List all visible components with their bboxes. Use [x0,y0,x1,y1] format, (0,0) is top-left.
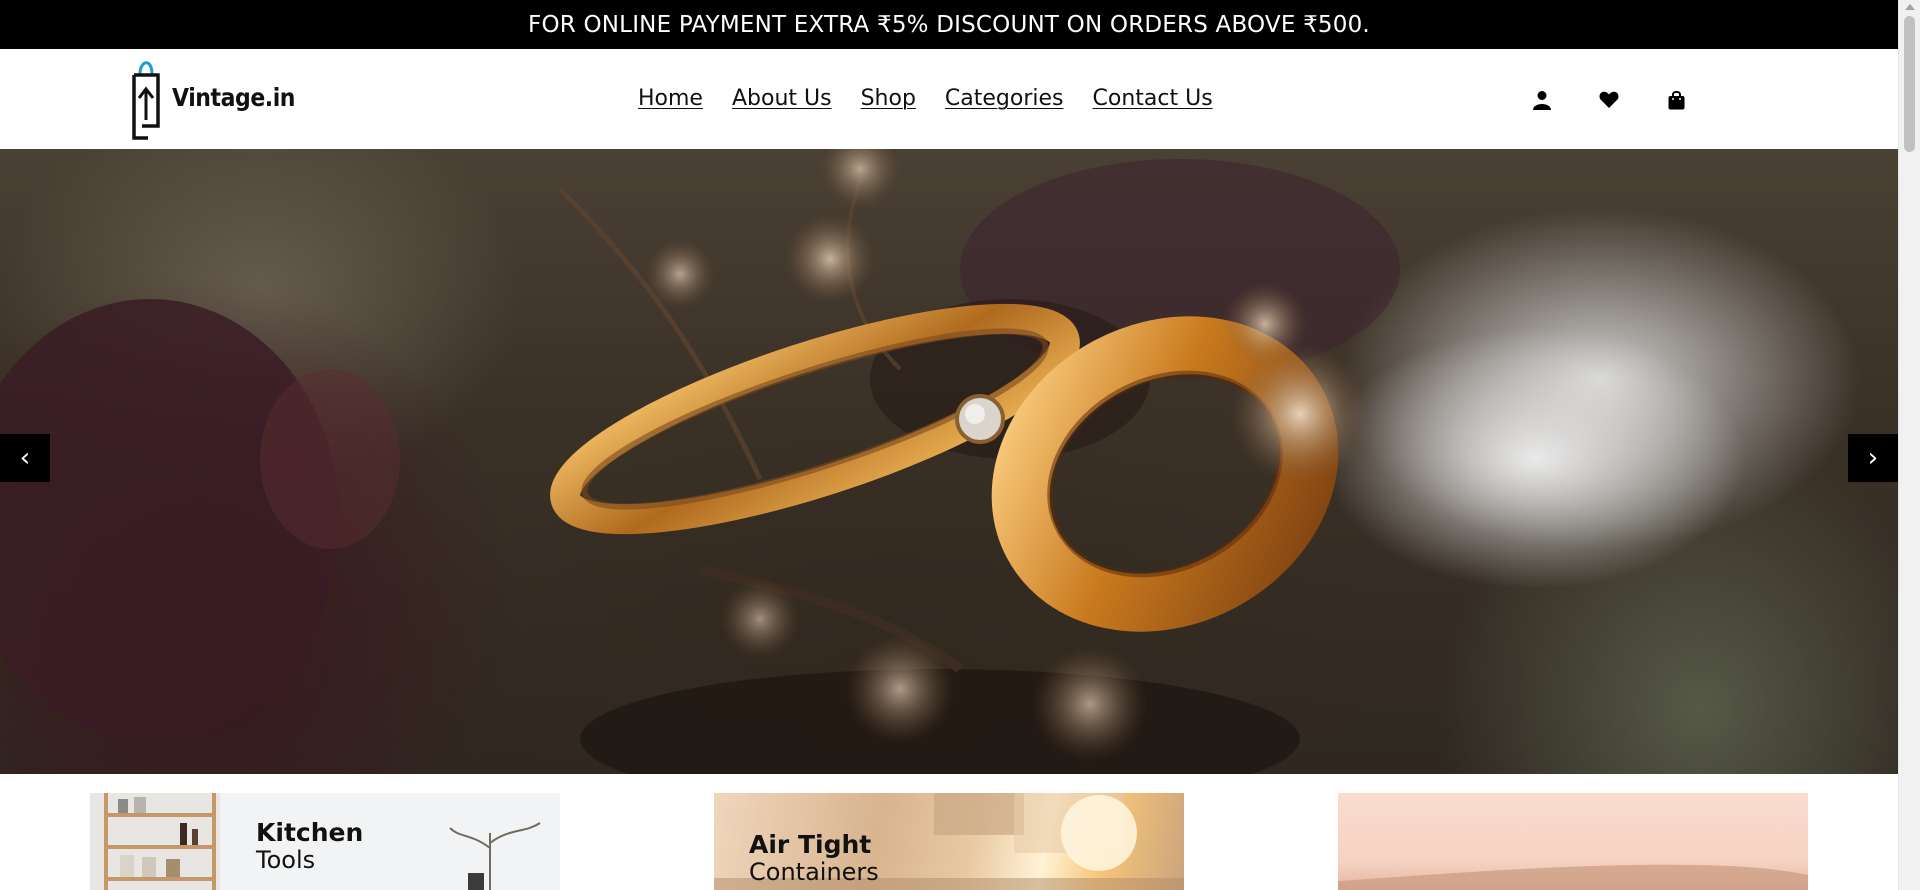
hero-slider: ‹ › [0,149,1898,774]
promo-text: FOR ONLINE PAYMENT EXTRA ₹5% DISCOUNT ON… [528,11,1370,38]
category-title: Kitchen Tools [256,819,363,874]
shopping-bag-logo-icon [132,61,160,140]
sunset-image [1338,864,1808,890]
page-scrollbar[interactable] [1898,0,1920,890]
category-card-kitchen-tools[interactable]: Kitchen Tools [90,793,560,890]
category-title-bold: Air Tight [749,830,872,859]
scroll-up-icon[interactable] [1905,4,1915,10]
main-nav: Home About Us Shop Categories Contact Us [638,86,1213,111]
header-icons [1532,88,1686,112]
page: FOR ONLINE PAYMENT EXTRA ₹5% DISCOUNT ON… [0,0,1898,890]
promo-bar: FOR ONLINE PAYMENT EXTRA ₹5% DISCOUNT ON… [0,0,1898,49]
nav-categories[interactable]: Categories [945,86,1064,111]
scroll-thumb[interactable] [1904,16,1915,152]
category-title: Air Tight Containers [749,831,879,886]
shopping-bag-icon[interactable] [1666,88,1686,112]
heart-icon[interactable] [1599,88,1619,112]
site-logo[interactable]: Vintage.in [128,52,312,142]
logo-text: Vintage.in [172,82,296,112]
plant-image [449,822,541,890]
slider-next-button[interactable]: › [1848,434,1898,482]
category-title-light: Tools [256,846,316,874]
nav-about-us[interactable]: About Us [732,86,832,111]
category-title-bold: Kitchen [256,818,364,847]
hero-image [0,149,1400,774]
category-card-3[interactable] [1338,793,1808,890]
category-card-air-tight-containers[interactable]: Air Tight Containers [714,793,1184,890]
shelf-image [104,793,216,890]
nav-contact-us[interactable]: Contact Us [1093,86,1213,111]
user-icon[interactable] [1532,88,1552,112]
nav-home[interactable]: Home [638,86,703,111]
category-title-light: Containers [749,858,879,886]
slider-prev-button[interactable]: ‹ [0,434,50,482]
nav-shop[interactable]: Shop [861,86,916,111]
